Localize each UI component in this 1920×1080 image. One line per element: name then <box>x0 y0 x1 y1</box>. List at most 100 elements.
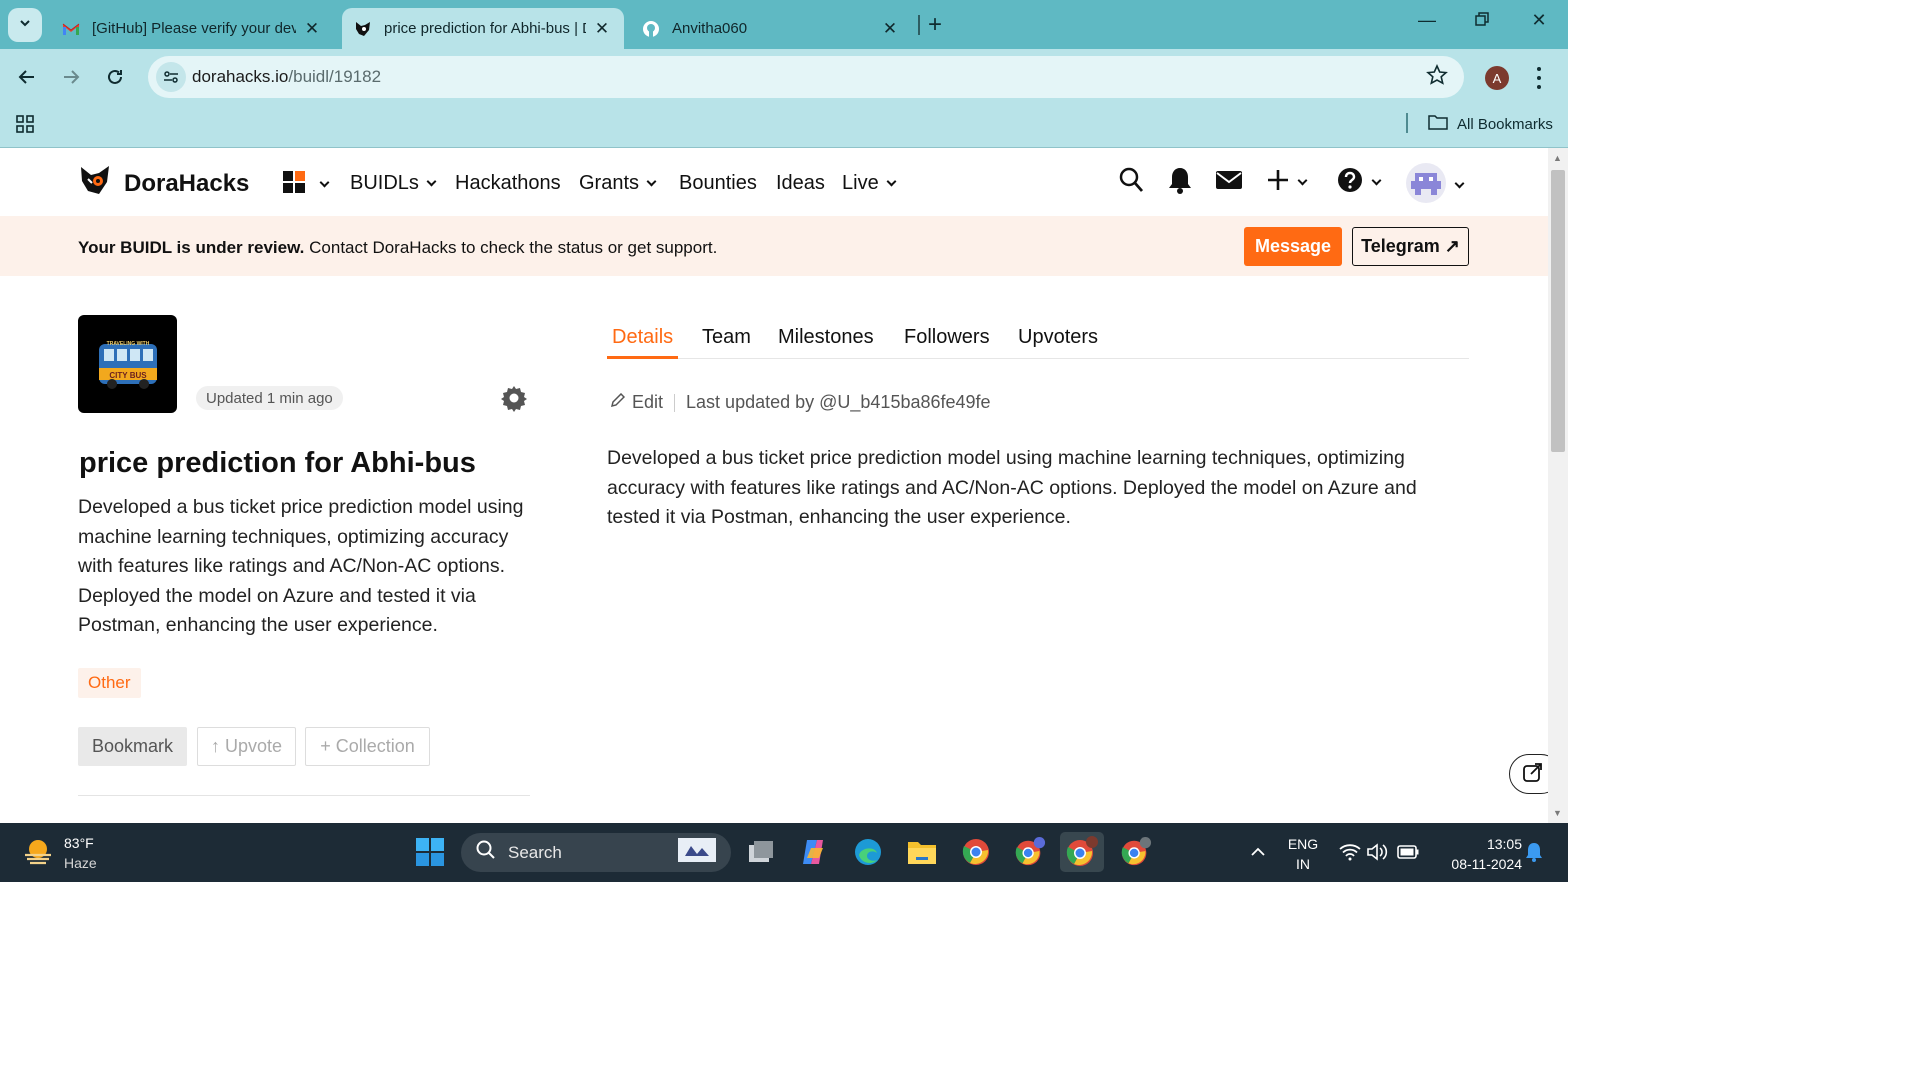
chrome-profile-guest-icon[interactable] <box>1120 836 1152 868</box>
file-explorer-icon[interactable] <box>906 836 938 868</box>
close-tab-icon[interactable]: ✕ <box>302 19 322 39</box>
scroll-up-icon[interactable]: ▲ <box>1553 153 1562 163</box>
battery-icon[interactable] <box>1392 836 1424 868</box>
detail-description: Developed a bus ticket price prediction … <box>607 447 1417 528</box>
all-bookmarks-label: All Bookmarks <box>1457 115 1553 133</box>
notification-bell-icon[interactable] <box>1518 836 1550 868</box>
logo-text: DoraHacks <box>124 169 250 197</box>
tab-team[interactable]: Team <box>702 326 751 359</box>
copilot-icon[interactable] <box>798 836 830 868</box>
scrollbar-thumb[interactable] <box>1551 170 1565 452</box>
bookmark-button[interactable]: Bookmark <box>78 727 187 766</box>
chevron-down-icon <box>1454 178 1465 188</box>
windows-start-icon[interactable] <box>414 836 446 868</box>
minimize-icon[interactable]: — <box>1412 10 1442 31</box>
chevron-down-icon <box>319 177 330 187</box>
close-window-icon[interactable]: ✕ <box>1524 10 1554 31</box>
browser-tab-github-email[interactable]: [GitHub] Please verify your devi ✕ <box>50 8 334 49</box>
bookmarks-bar: All Bookmarks <box>0 105 1568 148</box>
region-code: IN <box>1296 856 1310 872</box>
close-tab-icon[interactable]: ✕ <box>592 19 612 39</box>
back-icon[interactable] <box>12 63 42 91</box>
share-button[interactable] <box>1509 754 1548 794</box>
nav-live[interactable]: Live <box>842 172 897 195</box>
tab-upvoters[interactable]: Upvoters <box>1018 326 1098 359</box>
url-path: /buidl/19182 <box>288 67 382 86</box>
profile-avatar[interactable]: A <box>1485 66 1509 90</box>
upvote-button[interactable]: ↑ Upvote <box>197 727 296 766</box>
sun-haze-icon <box>22 835 54 872</box>
tab-title: price prediction for Abhi-bus | D <box>384 20 586 37</box>
browser-tab-dorahacks[interactable]: price prediction for Abhi-bus | D ✕ <box>342 8 624 49</box>
logo-caption-top: TRAVELING WITH <box>106 341 149 347</box>
apps-menu[interactable] <box>282 170 330 199</box>
edit-row: Edit Last updated by @U_b415ba86fe49fe <box>610 392 991 413</box>
nav-label: Hackathons <box>455 172 561 194</box>
address-bar[interactable]: dorahacks.io/buidl/19182 <box>148 56 1464 98</box>
pencil-icon <box>610 392 626 413</box>
site-header: DoraHacks BUIDLs Hackathons Grants Bount… <box>0 148 1548 216</box>
tab-milestones[interactable]: Milestones <box>778 326 874 359</box>
nav-grants[interactable]: Grants <box>579 172 657 195</box>
browser-menu-icon[interactable] <box>1532 64 1546 92</box>
tab-followers[interactable]: Followers <box>904 326 990 359</box>
edge-icon[interactable] <box>852 836 884 868</box>
nav-label: Live <box>842 172 879 194</box>
bookmark-star-icon[interactable] <box>1426 64 1448 91</box>
mail-icon[interactable] <box>1215 166 1243 194</box>
telegram-button[interactable]: Telegram ↗ <box>1352 227 1469 266</box>
tab-details[interactable]: Details <box>607 326 679 359</box>
gmail-icon <box>62 20 80 38</box>
dorahacks-owl-icon <box>78 163 114 204</box>
create-menu[interactable] <box>1266 166 1308 199</box>
last-updated-text: Last updated by @U_b415ba86fe49fe <box>686 392 991 412</box>
user-menu[interactable] <box>1405 163 1465 208</box>
edit-link[interactable]: Edit <box>632 392 663 413</box>
chrome-profile-a-icon[interactable] <box>1060 832 1104 872</box>
new-tab-button[interactable]: + <box>928 11 942 39</box>
clock[interactable]: 13:05 08-11-2024 <box>1432 834 1522 874</box>
taskbar-search[interactable]: Search <box>461 833 731 872</box>
chrome-icon[interactable] <box>960 836 992 868</box>
page-scrollbar[interactable]: ▲ ▼ <box>1548 148 1568 823</box>
browser-tab-github-profile[interactable]: Anvitha060 ✕ <box>630 8 912 49</box>
tab-search-button[interactable] <box>8 8 42 42</box>
site-settings-icon[interactable] <box>156 62 186 92</box>
nav-buidls[interactable]: BUIDLs <box>350 172 437 195</box>
chevron-up-icon[interactable] <box>1242 836 1274 868</box>
reload-icon[interactable] <box>100 63 130 91</box>
weather-condition: Haze <box>64 855 97 871</box>
collection-button[interactable]: + Collection <box>305 727 430 766</box>
nav-ideas[interactable]: Ideas <box>776 172 825 195</box>
task-view-icon[interactable] <box>745 836 777 868</box>
share-icon <box>1522 761 1544 788</box>
nav-bounties[interactable]: Bounties <box>679 172 757 195</box>
chevron-down-icon <box>1297 175 1308 185</box>
all-bookmarks-button[interactable]: All Bookmarks <box>1428 114 1553 134</box>
chrome-profile-b-icon[interactable] <box>1014 836 1046 868</box>
nav-hackathons[interactable]: Hackathons <box>455 172 561 195</box>
message-button[interactable]: Message <box>1244 227 1342 266</box>
bell-icon[interactable] <box>1168 166 1192 194</box>
dorahacks-logo[interactable]: DoraHacks <box>78 163 249 204</box>
restore-icon[interactable] <box>1467 10 1497 31</box>
help-icon <box>1336 166 1364 199</box>
url-text: dorahacks.io/buidl/19182 <box>192 67 381 87</box>
clock-date: 08-11-2024 <box>1451 856 1522 872</box>
category-tag[interactable]: Other <box>78 668 141 698</box>
gear-icon[interactable] <box>500 384 528 417</box>
scroll-down-icon[interactable]: ▼ <box>1553 808 1562 818</box>
apps-grid-icon[interactable] <box>16 115 34 138</box>
bookmarks-divider <box>1406 113 1408 133</box>
volume-icon[interactable] <box>1362 836 1394 868</box>
help-menu[interactable] <box>1336 166 1382 199</box>
close-tab-icon[interactable]: ✕ <box>880 19 900 39</box>
chevron-down-icon <box>646 176 657 186</box>
forward-icon[interactable] <box>56 63 86 91</box>
review-message: Your BUIDL is under review. Contact Dora… <box>78 238 717 258</box>
separator <box>674 393 676 412</box>
search-icon[interactable] <box>1118 166 1144 194</box>
review-bold: Your BUIDL is under review. <box>78 238 305 257</box>
weather-widget[interactable]: 83°F Haze <box>22 833 97 873</box>
language-indicator[interactable]: ENG IN <box>1285 834 1321 874</box>
